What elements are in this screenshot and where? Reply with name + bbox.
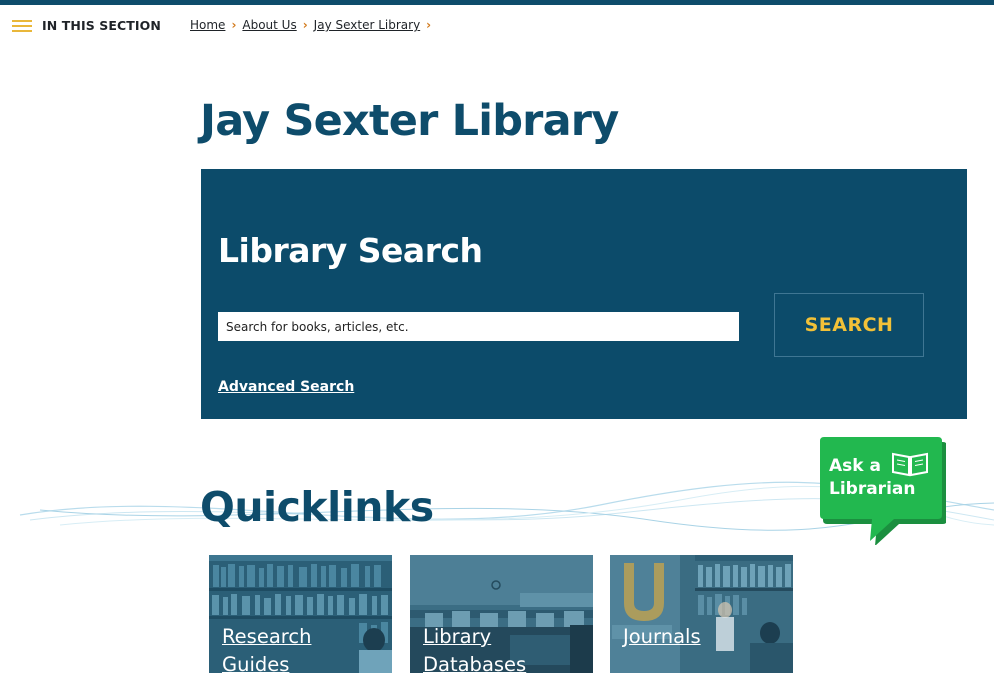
tile-label-research-guides: Research Guides [222,625,312,673]
advanced-search-link[interactable]: Advanced Search [218,379,354,395]
quicklink-library-databases[interactable]: Library Databases [410,555,593,673]
chevron-right-icon: › [231,18,237,32]
section-toggle-label: IN THIS SECTION [42,18,161,33]
tile-label-library-databases: Library Databases [423,625,527,673]
page-title: Jay Sexter Library [200,96,619,146]
chevron-right-icon: › [426,18,432,32]
library-search-panel: Library Search SEARCH Advanced Search [201,169,967,419]
open-book-icon [892,452,928,477]
search-button[interactable]: SEARCH [774,293,924,357]
ask-a-librarian-button[interactable]: Ask a Librarian [818,435,946,545]
quicklink-research-guides[interactable]: Research Guides [209,555,392,673]
hamburger-menu-icon [12,19,32,33]
search-panel-title: Library Search [218,231,483,270]
quicklink-journals[interactable]: Journals [610,555,793,673]
breadcrumb-about-us[interactable]: About Us [242,18,296,32]
library-search-input[interactable] [218,312,739,341]
breadcrumb-home[interactable]: Home [190,18,225,32]
breadcrumb: Home › About Us › Jay Sexter Library › [190,18,437,32]
chevron-right-icon: › [302,18,308,32]
top-accent-bar [0,0,994,5]
tile-label-journals: Journals [623,625,701,648]
quicklinks-title: Quicklinks [200,483,434,531]
breadcrumb-library[interactable]: Jay Sexter Library [314,18,421,32]
journals-photo [610,555,793,673]
in-this-section-toggle[interactable]: IN THIS SECTION [12,18,161,33]
